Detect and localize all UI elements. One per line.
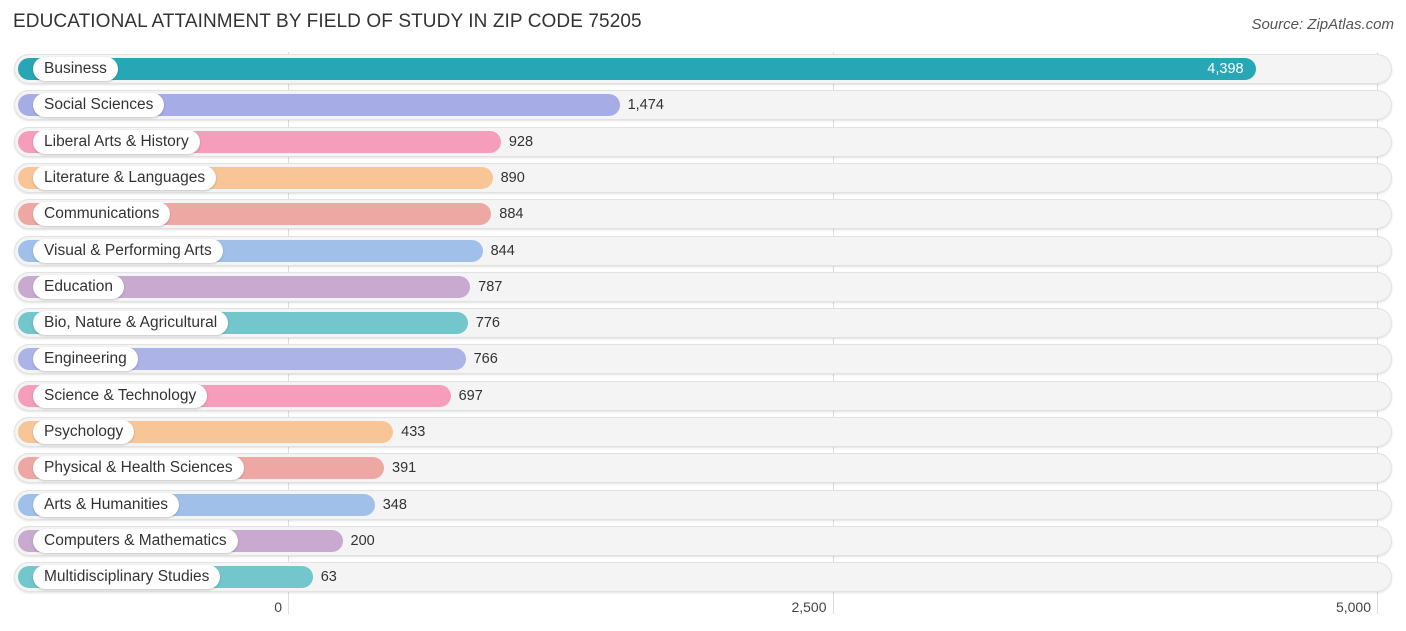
value-label: 200 [350,532,375,549]
bar-row: Literature & Languages 890 [14,162,1392,193]
value-label: 766 [473,351,498,368]
value-label: 433 [401,424,426,440]
category-label: Education [33,274,124,299]
source-label: Source: ZipAtlas.com [1251,16,1394,33]
bar-row: Visual & Performing Arts 844 [14,235,1392,266]
value-label: 890 [500,169,525,186]
bar-row: Computers & Mathematics 200 [14,525,1392,556]
value-label: 348 [382,496,407,513]
bar-row: Arts & Humanities 348 [14,489,1392,520]
x-tick-label: 0 [274,599,282,615]
value-label: 4,398 [1207,61,1244,77]
value-label: 884 [499,206,524,223]
value-label: 776 [475,315,500,332]
value-label: 844 [490,242,515,259]
category-label: Bio, Nature & Agricultural [33,311,229,336]
bar [18,58,1256,80]
x-tick-label: 2,500 [791,599,827,615]
value-label: 787 [478,278,503,295]
chart-title: EDUCATIONAL ATTAINMENT BY FIELD OF STUDY… [13,11,642,32]
bar-row: Education 787 [14,271,1392,302]
category-label: Psychology [33,420,135,444]
bar-row: Communications 884 [14,199,1392,230]
category-label: Literature & Languages [33,165,217,190]
bar-row: Physical & Health Sciences 391 [14,453,1392,484]
value-label: 928 [508,133,534,150]
category-label: Business [33,57,118,81]
bar-row: Liberal Arts & History 928 [14,126,1392,157]
value-label: 63 [320,569,337,586]
x-tick-label: 5,000 [1335,599,1371,615]
bar-row: Business 4,398 [14,54,1392,84]
value-label: 391 [392,460,417,477]
value-label: 697 [458,387,483,404]
category-label: Physical & Health Sciences [33,456,244,481]
bar-row: Psychology 433 [14,417,1392,447]
bar-row: Engineering 766 [14,344,1392,375]
value-label: 1,474 [627,97,664,114]
category-label: Social Sciences [33,93,165,118]
category-label: Communications [33,202,171,227]
category-label: Visual & Performing Arts [33,238,223,263]
category-label: Liberal Arts & History [33,129,200,154]
bar-row: Social Sciences 1,474 [14,90,1392,121]
bar-row: Multidisciplinary Studies 63 [14,562,1392,593]
bar-row: Bio, Nature & Agricultural 776 [14,308,1392,339]
category-label: Multidisciplinary Studies [33,565,221,590]
category-label: Engineering [33,347,138,372]
bar-row: Science & Technology 697 [14,380,1392,411]
category-label: Arts & Humanities [33,492,180,517]
category-label: Computers & Mathematics [33,528,238,553]
category-label: Science & Technology [33,383,208,408]
